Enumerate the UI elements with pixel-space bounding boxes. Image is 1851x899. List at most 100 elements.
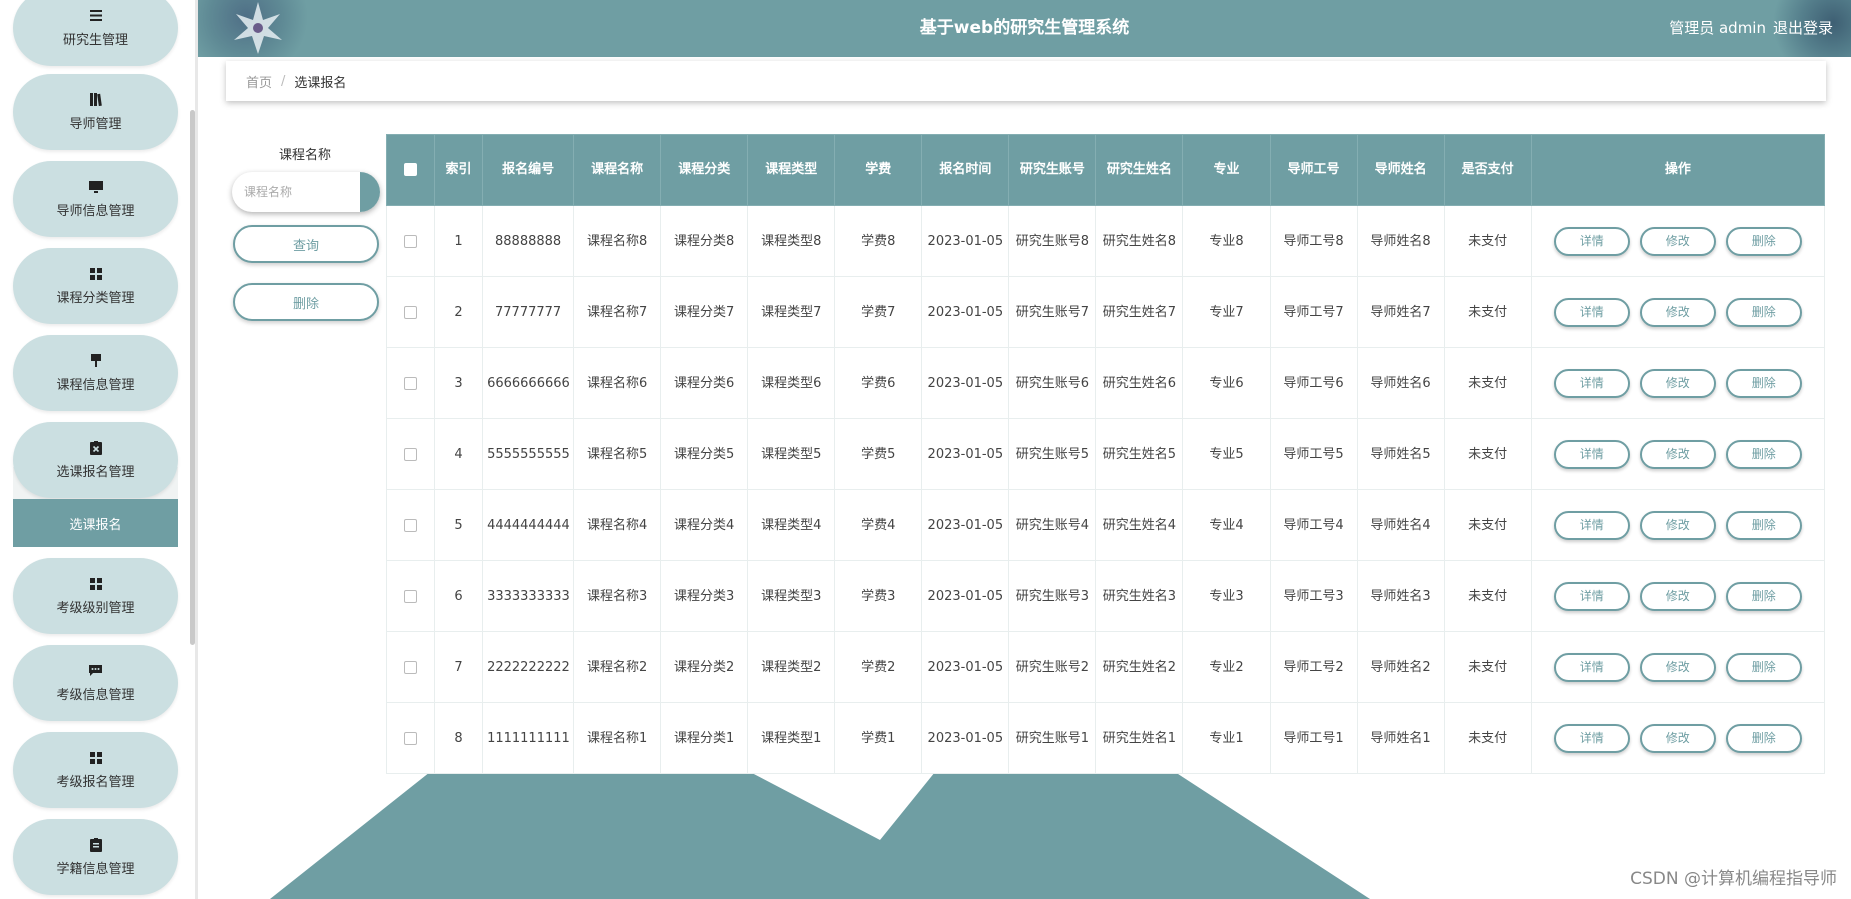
table-row[interactable]: 7 2222222222 课程名称2 课程分类2 课程类型2 学费2 2023-01-05 研… [385,631,1826,703]
delete-button[interactable]: 删除 [1725,510,1802,540]
edit-button[interactable]: 修改 [1639,723,1716,753]
table-row[interactable]: 5 4444444444 课程名称4 课程分类4 课程类型4 学费4 2023-01-05 研… [385,489,1826,561]
sidebar-item-graduate[interactable]: 研究生管理 [13,0,178,66]
delete-button[interactable]: 删除 [1725,226,1802,256]
current-user: 管理员 admin [1669,19,1766,37]
sidebar-item-course-info[interactable]: 课程信息管理 [13,335,178,411]
sidebar-item-tutor-info[interactable]: 导师信息管理 [13,161,178,237]
table-cell-name: 研究生姓名4 [1095,489,1184,561]
edit-button[interactable]: 修改 [1639,652,1716,682]
table-cell-type: 课程类型1 [747,702,836,774]
table-cell-time: 2023-01-05 [921,347,1010,419]
delete-button[interactable]: 删除 [1725,368,1802,398]
sidebar-item-course-signup[interactable]: 选课报名管理 [13,422,178,498]
sidebar-subitem-course-signup[interactable]: 选课报名 [13,499,178,547]
row-checkbox[interactable] [404,376,418,390]
table-cell-index: 5 [434,489,484,561]
table-cell-index: 1 [434,205,484,277]
table-row[interactable]: 2 77777777 课程名称7 课程分类7 课程类型7 学费7 2023-01-05 研究生… [385,276,1826,348]
detail-button[interactable]: 详情 [1553,368,1630,398]
sidebar-item-label: 选课报名管理 [56,464,135,480]
sidebar-scrollbar[interactable] [190,110,195,645]
table-cell-type: 课程类型7 [747,276,836,348]
delete-button[interactable]: 删除 [1725,439,1802,469]
delete-button[interactable]: 删除 [1725,297,1802,327]
table-cell-tutor-id: 导师工号2 [1269,631,1358,703]
edit-button[interactable]: 修改 [1639,439,1716,469]
column-header: 课程名称 [573,134,662,206]
sidebar-item-exam-info[interactable]: 考级信息管理 [13,645,178,721]
table-cell-name: 研究生姓名6 [1095,347,1184,419]
column-header: 课程类型 [747,134,836,206]
breadcrumb-separator: / [281,73,286,89]
row-checkbox[interactable] [404,234,418,248]
query-button[interactable]: 查询 [233,225,379,263]
detail-button[interactable]: 详情 [1553,510,1630,540]
edit-button[interactable]: 修改 [1639,297,1716,327]
row-checkbox[interactable] [404,731,418,745]
breadcrumb-home[interactable]: 首页 [246,72,272,91]
row-select-cell [385,702,436,774]
top-header: 基于web的研究生管理系统 管理员 admin 退出登录 [198,0,1851,57]
edit-button[interactable]: 修改 [1639,226,1716,256]
detail-button[interactable]: 详情 [1553,226,1630,256]
table-row[interactable]: 4 5555555555 课程名称5 课程分类5 课程类型5 学费5 2023-01-05 研… [385,418,1826,490]
sidebar-item-label: 研究生管理 [62,32,128,48]
row-checkbox[interactable] [404,518,418,532]
table-cell-code: 88888888 [482,205,575,277]
row-select-cell [385,276,436,348]
detail-button[interactable]: 详情 [1553,652,1630,682]
row-checkbox[interactable] [404,305,418,319]
detail-button[interactable]: 详情 [1553,581,1630,611]
course-name-search-input[interactable] [232,172,380,212]
table-row[interactable]: 3 6666666666 课程名称6 课程分类6 课程类型6 学费6 2023-01-05 研… [385,347,1826,419]
sidebar-item-exam-level[interactable]: 考级级别管理 [13,558,178,634]
delete-button[interactable]: 删除 [1725,581,1802,611]
table-cell-tutor-id: 导师工号3 [1269,560,1358,632]
row-checkbox[interactable] [404,589,418,603]
table-cell-paid: 未支付 [1443,347,1532,419]
sidebar-item-exam-signup[interactable]: 考级报名管理 [13,732,178,808]
table-cell-paid: 未支付 [1443,702,1532,774]
sidebar-item-course-category[interactable]: 课程分类管理 [13,248,178,324]
table-cell-fee: 学费6 [834,347,923,419]
table-cell-course: 课程名称3 [573,560,662,632]
row-checkbox[interactable] [404,660,418,674]
sidebar-item-tutor[interactable]: 导师管理 [13,74,178,150]
table-cell-category: 课程分类4 [660,489,749,561]
table-cell-paid: 未支付 [1443,631,1532,703]
table-cell-account: 研究生账号5 [1008,418,1097,490]
table-cell-paid: 未支付 [1443,205,1532,277]
logout-link[interactable]: 退出登录 [1773,0,1833,57]
table-cell-account: 研究生账号4 [1008,489,1097,561]
row-actions-cell: 详情 修改 删除 [1530,702,1826,774]
table-row[interactable]: 6 3333333333 课程名称3 课程分类3 课程类型3 学费3 2023-01-05 研… [385,560,1826,632]
column-header: 课程分类 [660,134,749,206]
table-cell-course: 课程名称1 [573,702,662,774]
table-cell-code: 1111111111 [482,702,575,774]
edit-button[interactable]: 修改 [1639,510,1716,540]
detail-button[interactable]: 详情 [1553,723,1630,753]
table-row[interactable]: 1 88888888 课程名称8 课程分类8 课程类型8 学费8 2023-01-05 研究生… [385,205,1826,277]
sidebar-item-student-status[interactable]: 学籍信息管理 [13,819,178,895]
batch-delete-button[interactable]: 删除 [233,283,379,321]
detail-button[interactable]: 详情 [1553,297,1630,327]
detail-button[interactable]: 详情 [1553,439,1630,469]
table-cell-category: 课程分类7 [660,276,749,348]
table-row[interactable]: 8 1111111111 课程名称1 课程分类1 课程类型1 学费1 2023-01-05 研… [385,702,1826,774]
edit-button[interactable]: 修改 [1639,368,1716,398]
table-cell-category: 课程分类2 [660,631,749,703]
select-all-cell [385,134,436,206]
app-title: 基于web的研究生管理系统 [919,18,1130,38]
table-cell-code: 3333333333 [482,560,575,632]
delete-button[interactable]: 删除 [1725,723,1802,753]
edit-button[interactable]: 修改 [1639,581,1716,611]
delete-button[interactable]: 删除 [1725,652,1802,682]
table-cell-major: 专业6 [1182,347,1271,419]
select-all-checkbox[interactable] [404,163,418,176]
row-checkbox[interactable] [404,447,418,461]
table-cell-index: 3 [434,347,484,419]
watermark: CSDN @计算机编程指导师 [1630,869,1837,889]
table-cell-account: 研究生账号2 [1008,631,1097,703]
row-actions-cell: 详情 修改 删除 [1530,347,1826,419]
